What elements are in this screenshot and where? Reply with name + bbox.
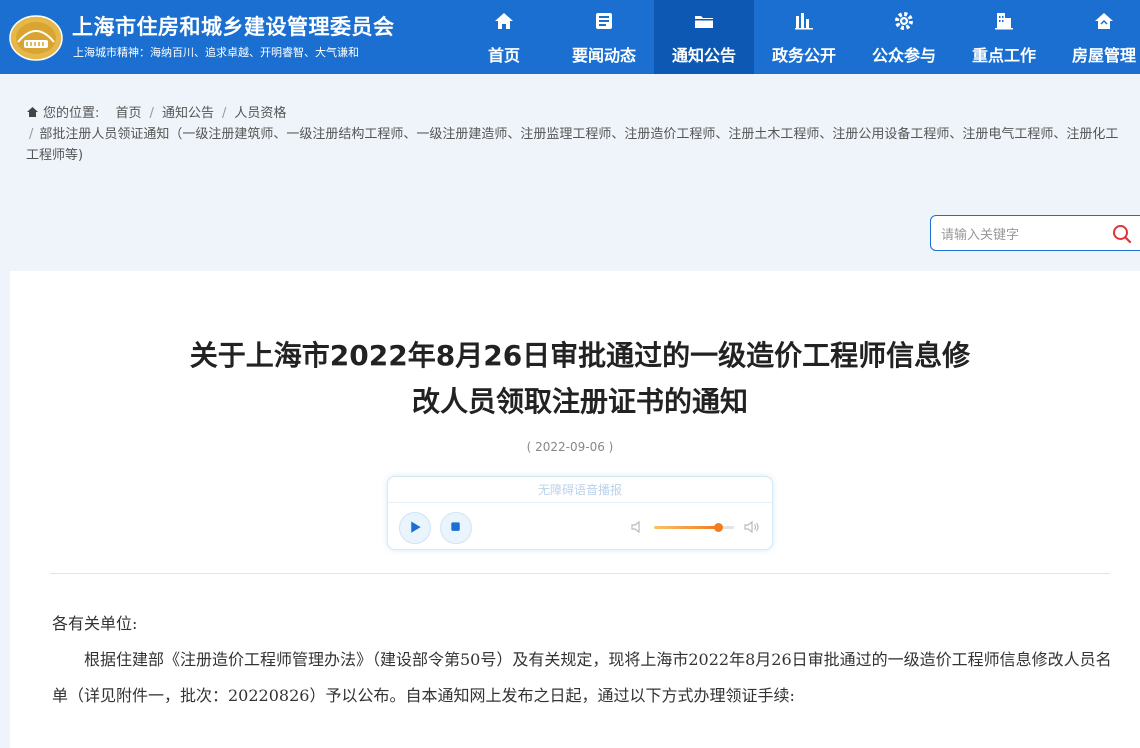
- site-title[interactable]: 上海市住房和城乡建设管理委员会: [72, 11, 395, 41]
- audio-player: 无障碍语音播报: [387, 476, 773, 550]
- breadcrumb-prefix: 您的位置:: [43, 106, 100, 121]
- article-date: ( 2022-09-06 ): [526, 440, 614, 454]
- nav-item-public-participation[interactable]: 公众参与: [854, 0, 954, 74]
- article-greeting: 各有关单位:: [52, 614, 138, 633]
- article-title-line: 关于上海市2022年8月26日审批通过的一级造价工程师信息修: [189, 339, 971, 372]
- article-body: 各有关单位: 根据住建部《注册造价工程师管理办法》（建设部令第50号）及有关规定…: [52, 606, 1116, 714]
- site-header: 上海市住房和城乡建设管理委员会 上海城市精神：海纳百川、追求卓越、开明睿智、大气…: [0, 0, 1140, 74]
- volume-knob[interactable]: [714, 523, 723, 532]
- nav-label: 公众参与: [871, 46, 936, 65]
- content-divider: [50, 573, 1110, 574]
- article-title-line: 改人员领取注册证书的通知: [411, 385, 748, 418]
- site-motto: 上海城市精神：海纳百川、追求卓越、开明睿智、大气谦和: [73, 46, 359, 59]
- nav-label: 首页: [487, 46, 520, 65]
- article-paragraph: 根据住建部《注册造价工程师管理办法》（建设部令第50号）及有关规定，现将上海市2…: [52, 650, 1112, 705]
- nav-label: 重点工作: [971, 46, 1036, 65]
- nav-item-key-work[interactable]: 重点工作: [954, 0, 1054, 74]
- main-nav: 首页 要闻动态 通知公告 政务公开 公众参与 重点工作 房屋管理: [454, 0, 1140, 74]
- nav-item-gov-affairs[interactable]: 政务公开: [754, 0, 854, 74]
- volume-fill: [654, 526, 718, 529]
- breadcrumb-item[interactable]: 通知公告: [162, 106, 214, 121]
- breadcrumb-item[interactable]: 人员资格: [234, 106, 286, 121]
- search-box: [930, 215, 1140, 251]
- folder-icon: [695, 16, 713, 28]
- breadcrumb: 您的位置: 首页 / 通知公告 / 人员资格 / 部批注册人员领证通知（一级注册建筑师、一级…: [26, 103, 1130, 166]
- volume-high-icon: [744, 520, 759, 534]
- player-title: 无障碍语音播报: [388, 477, 772, 503]
- nav-label: 房屋管理: [1071, 46, 1136, 65]
- volume-slider[interactable]: [654, 523, 734, 532]
- breadcrumb-item[interactable]: 首页: [116, 106, 142, 121]
- building-icon: [995, 13, 1013, 30]
- news-icon: [596, 13, 612, 29]
- stop-icon: [451, 522, 460, 531]
- chart-icon: [795, 13, 813, 30]
- nav-item-news[interactable]: 要闻动态: [554, 0, 654, 74]
- volume-low-icon: [631, 520, 640, 534]
- play-icon: [411, 521, 421, 533]
- nav-label: 要闻动态: [571, 46, 636, 65]
- nav-label: 通知公告: [671, 46, 736, 65]
- nav-label: 政务公开: [771, 46, 836, 65]
- breadcrumb-separator: /: [221, 106, 227, 121]
- search-icon[interactable]: [1112, 224, 1132, 244]
- home-icon: [27, 107, 38, 117]
- breadcrumb-separator: /: [29, 127, 34, 142]
- stop-button[interactable]: [440, 512, 472, 544]
- search-input[interactable]: [941, 223, 1101, 245]
- house-icon: [1095, 13, 1113, 29]
- nav-item-notices[interactable]: 通知公告: [654, 0, 754, 74]
- breadcrumb-item[interactable]: 部批注册人员领证通知（一级注册建筑师、一级注册结构工程师、一级注册建造师、注册监…: [26, 127, 1118, 163]
- article-title: 关于上海市2022年8月26日审批通过的一级造价工程师信息修 改人员领取注册证书…: [50, 333, 1110, 425]
- breadcrumb-separator: /: [149, 106, 154, 121]
- gear-icon: [895, 12, 913, 30]
- site-logo[interactable]: [8, 8, 64, 64]
- nav-item-home[interactable]: 首页: [454, 0, 554, 74]
- play-button[interactable]: [399, 512, 431, 544]
- nav-item-housing[interactable]: 房屋管理: [1054, 0, 1140, 74]
- home-icon: [495, 13, 513, 29]
